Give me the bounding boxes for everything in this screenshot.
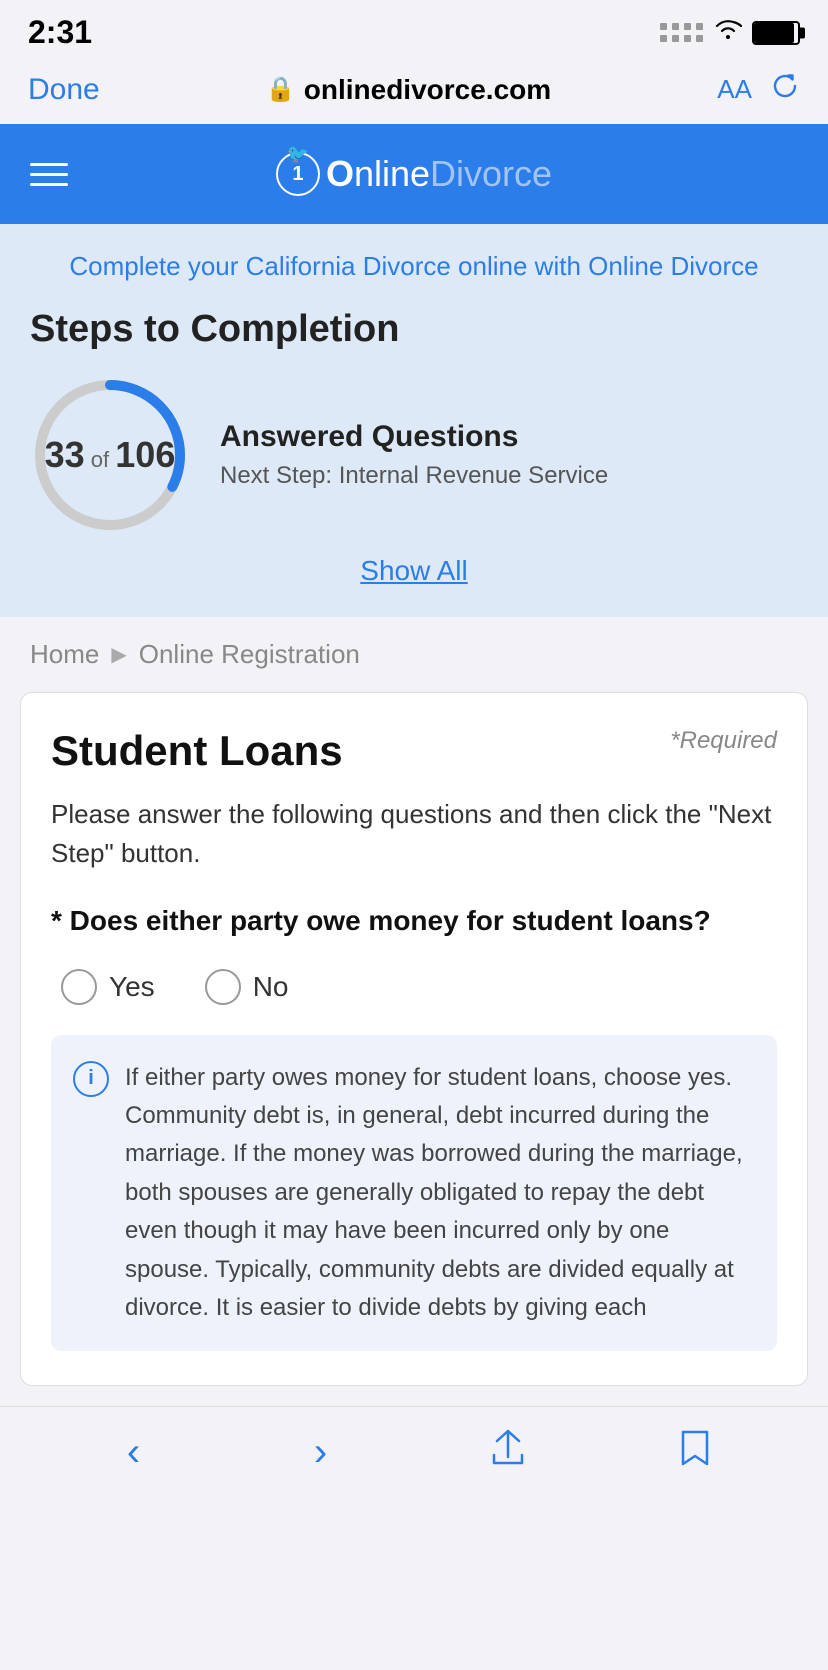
prev-arrow-icon: ‹ (127, 1430, 140, 1475)
card-header: Student Loans *Required (51, 727, 777, 775)
prev-button[interactable]: ‹ (104, 1427, 164, 1477)
signal-icon (660, 23, 704, 43)
radio-yes-label: Yes (109, 971, 155, 1003)
text-size-button[interactable]: AA (717, 74, 752, 105)
answered-questions-label: Answered Questions (220, 420, 798, 454)
next-button[interactable]: › (291, 1427, 351, 1477)
breadcrumb: Home ▶ Online Registration (0, 617, 828, 692)
radio-yes-circle[interactable] (61, 969, 97, 1005)
breadcrumb-arrow: ▶ (111, 642, 126, 667)
card-instruction: Please answer the following questions an… (51, 795, 777, 873)
logo-icon: 🐦 1 (276, 152, 320, 196)
url-bar[interactable]: 🔒 onlinedivorce.com (266, 74, 551, 106)
browser-actions: AA (717, 71, 800, 108)
radio-yes[interactable]: Yes (61, 969, 155, 1005)
info-icon: i (73, 1061, 109, 1097)
hamburger-menu[interactable] (30, 163, 68, 186)
info-text: If either party owes money for student l… (125, 1059, 755, 1328)
nav-header: 🐦 1 OnlineDivorce (0, 124, 828, 224)
bookmark-icon (680, 1429, 710, 1476)
show-all-link[interactable]: Show All (30, 555, 798, 587)
bookmark-button[interactable] (665, 1427, 725, 1477)
radio-no-label: No (253, 971, 289, 1003)
progress-section: Complete your California Divorce online … (0, 224, 828, 617)
refresh-button[interactable] (770, 71, 800, 108)
radio-no-circle[interactable] (205, 969, 241, 1005)
browser-bar: Done 🔒 onlinedivorce.com AA (0, 61, 828, 124)
status-bar: 2:31 (0, 0, 828, 61)
required-label: *Required (670, 727, 777, 755)
status-icons (660, 18, 800, 47)
bird-icon: 🐦 (287, 144, 309, 165)
progress-subtitle: Complete your California Divorce online … (30, 248, 798, 284)
url-text: onlinedivorce.com (304, 74, 551, 106)
progress-content: 33 of 106 Answered Questions Next Step: … (30, 375, 798, 535)
battery-icon (752, 21, 800, 45)
steps-heading: Steps to Completion (30, 308, 798, 351)
question-text: * Does either party owe money for studen… (51, 901, 777, 940)
bottom-nav: ‹ › (0, 1406, 828, 1507)
card-title: Student Loans (51, 727, 343, 775)
progress-info: Answered Questions Next Step: Internal R… (220, 420, 798, 490)
wifi-icon (714, 18, 742, 47)
share-icon (491, 1429, 525, 1476)
done-button[interactable]: Done (28, 73, 100, 107)
progress-text: 33 of 106 (45, 434, 176, 476)
main-card: Student Loans *Required Please answer th… (20, 692, 808, 1386)
logo: 🐦 1 OnlineDivorce (276, 152, 552, 196)
circle-progress: 33 of 106 (30, 375, 190, 535)
breadcrumb-home[interactable]: Home (30, 639, 99, 670)
share-button[interactable] (478, 1427, 538, 1477)
radio-no[interactable]: No (205, 969, 289, 1005)
info-box: i If either party owes money for student… (51, 1035, 777, 1352)
logo-text: OnlineDivorce (326, 153, 552, 195)
of-label: of (85, 447, 116, 472)
radio-group: Yes No (51, 969, 777, 1005)
breadcrumb-current: Online Registration (139, 639, 360, 670)
logo-number: 1 (292, 163, 303, 186)
next-arrow-icon: › (314, 1430, 327, 1475)
next-step-label: Next Step: Internal Revenue Service (220, 462, 798, 490)
status-time: 2:31 (28, 14, 92, 51)
lock-icon: 🔒 (266, 75, 296, 104)
